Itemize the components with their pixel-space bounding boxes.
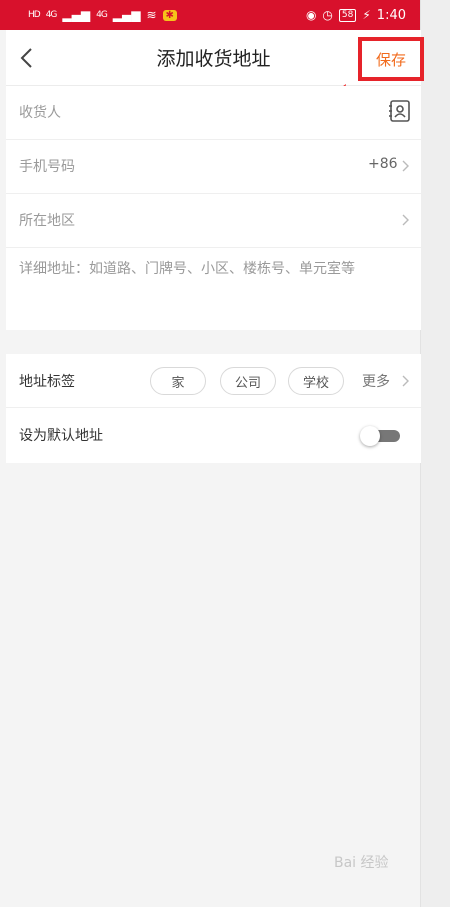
battery-indicator: 58 — [338, 8, 357, 22]
status-left: HD 4G ▂▄▆ 4G ▂▄▆ ≋ ✱ — [28, 8, 177, 22]
more-tags-button[interactable]: 更多 — [362, 371, 390, 391]
charging-icon: ⚡ — [362, 8, 371, 22]
chevron-right-icon — [402, 214, 409, 226]
address-form: 收货人 手机号码 +86 所在地区 详细地址：如道路、门牌号、小区、楼栋号、单元… — [6, 86, 421, 330]
tag-home[interactable]: 家 — [150, 367, 206, 395]
address-tag-label: 地址标签 — [19, 374, 75, 390]
signal-icon: ▂▄▆ — [62, 8, 91, 22]
save-highlight-box: 保存 — [358, 37, 424, 81]
recipient-placeholder: 收货人 — [19, 105, 61, 121]
detail-address-field[interactable]: 详细地址：如道路、门牌号、小区、楼栋号、单元室等 — [19, 258, 379, 280]
page-title: 添加收货地址 — [156, 48, 271, 70]
tag-school[interactable]: 学校 — [288, 367, 344, 395]
contacts-book-icon[interactable] — [388, 99, 412, 123]
phone-field[interactable]: 手机号码 +86 — [6, 140, 421, 194]
clock: 1:40 — [376, 7, 406, 23]
hd-badge: HD — [28, 10, 41, 20]
chevron-right-icon — [402, 160, 409, 172]
address-tag-row: 地址标签 家 公司 学校 更多 — [6, 354, 421, 408]
chevron-right-icon — [402, 375, 409, 387]
wifi-icon: ≋ — [146, 8, 157, 22]
alarm-icon: ◷ — [322, 8, 333, 22]
region-field[interactable]: 所在地区 — [6, 194, 421, 248]
status-bar: HD 4G ▂▄▆ 4G ▂▄▆ ≋ ✱ ◉ ◷ 58 ⚡ 1:40 — [0, 0, 420, 30]
recipient-field[interactable]: 收货人 — [6, 86, 421, 140]
region-placeholder: 所在地区 — [19, 213, 75, 229]
eye-icon: ◉ — [305, 8, 317, 22]
default-address-row: 设为默认地址 — [6, 408, 421, 462]
address-options: 地址标签 家 公司 学校 更多 设为默认地址 — [6, 354, 421, 463]
country-code[interactable]: +86 — [368, 156, 398, 172]
default-address-toggle[interactable] — [360, 426, 400, 446]
side-strip — [420, 0, 450, 907]
phone-placeholder: 手机号码 — [19, 159, 75, 175]
watermark: Bai 经验 — [334, 855, 389, 871]
signal-icon-2: ▂▄▆ — [112, 8, 141, 22]
back-arrow-icon[interactable] — [16, 46, 38, 70]
toggle-knob — [360, 426, 380, 446]
signal-4g-label: 4G — [45, 10, 58, 20]
save-button[interactable]: 保存 — [376, 49, 406, 70]
app-notification-icon: ✱ — [162, 9, 177, 21]
signal-4g-label-2: 4G — [96, 10, 108, 20]
tag-company[interactable]: 公司 — [220, 367, 276, 395]
default-address-label: 设为默认地址 — [19, 428, 103, 444]
status-right: ◉ ◷ 58 ⚡ 1:40 — [306, 8, 406, 23]
